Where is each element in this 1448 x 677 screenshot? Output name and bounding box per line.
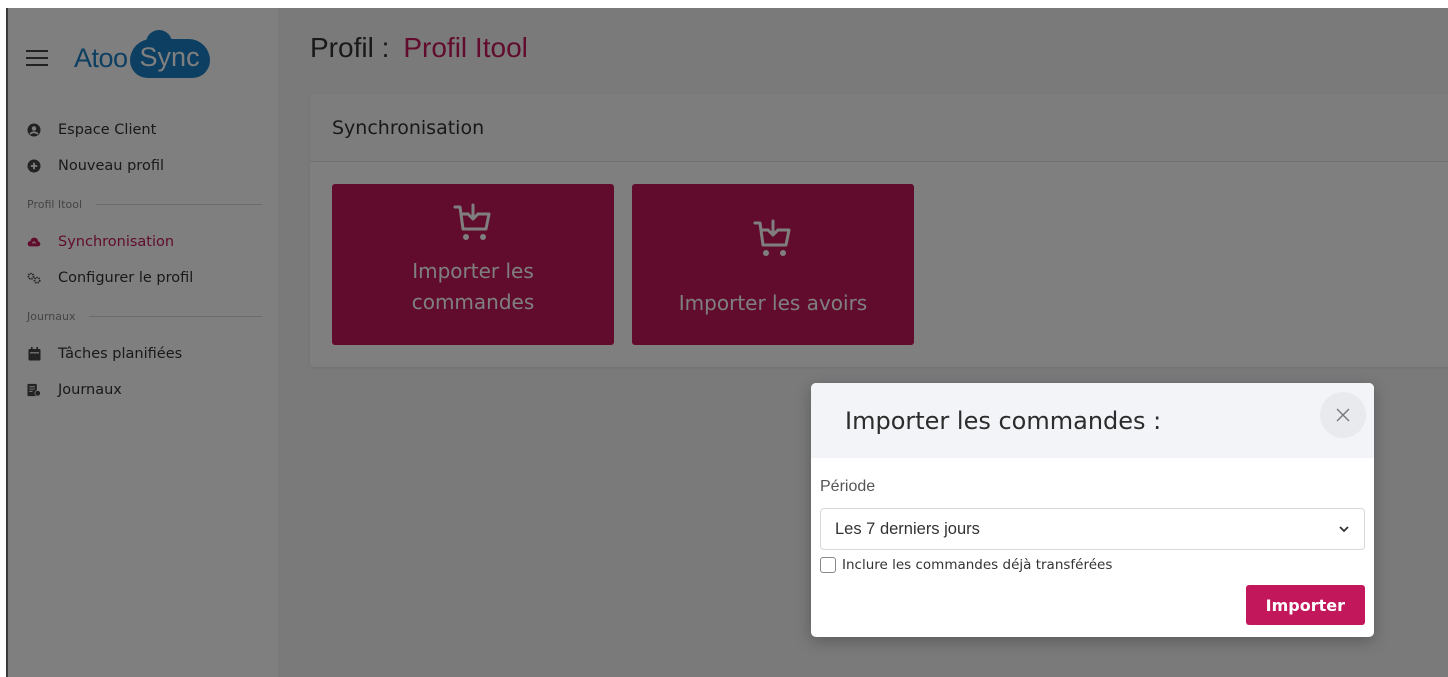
modal-footer: Importer xyxy=(820,585,1365,625)
app-window: Atoo Sync Espace Client Nouveau profil P… xyxy=(8,8,1448,677)
close-icon xyxy=(1336,408,1350,422)
include-transferred-label[interactable]: Inclure les commandes déjà transférées xyxy=(842,557,1112,573)
modal-title: Importer les commandes : xyxy=(845,406,1162,435)
chevron-down-icon xyxy=(1339,526,1349,533)
top-strip xyxy=(0,0,1448,8)
include-transferred-checkbox[interactable] xyxy=(820,557,836,573)
period-select-value: Les 7 derniers jours xyxy=(835,519,980,538)
modal-header: Importer les commandes : xyxy=(811,383,1374,458)
import-button[interactable]: Importer xyxy=(1245,585,1365,625)
modal-body: Période Les 7 derniers jours Inclure les… xyxy=(811,458,1374,625)
include-transferred-row: Inclure les commandes déjà transférées xyxy=(820,557,1365,573)
period-select[interactable]: Les 7 derniers jours xyxy=(820,508,1365,550)
period-label: Période xyxy=(820,478,876,495)
close-button[interactable] xyxy=(1320,392,1366,438)
import-orders-modal: Importer les commandes : Période Les 7 d… xyxy=(811,383,1374,637)
